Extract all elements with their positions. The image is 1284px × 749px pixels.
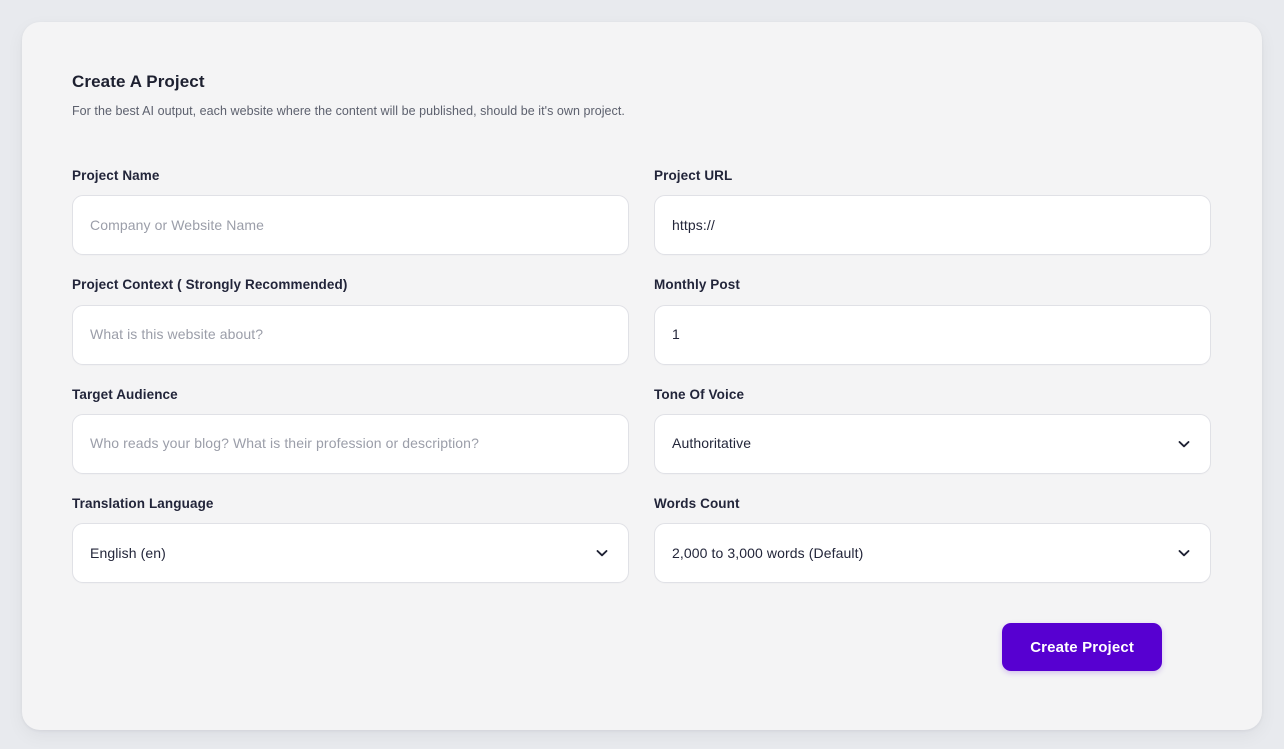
tone-of-voice-select[interactable]: Authoritative xyxy=(654,414,1211,474)
field-project-url: Project URL https:// xyxy=(654,168,1211,255)
project-url-input[interactable]: https:// xyxy=(654,195,1211,255)
form-actions: Create Project xyxy=(72,623,1212,671)
create-project-card: Create A Project For the best AI output,… xyxy=(22,22,1262,730)
field-target-audience: Target Audience Who reads your blog? Wha… xyxy=(72,387,629,474)
words-count-value: 2,000 to 3,000 words (Default) xyxy=(672,545,863,562)
project-name-placeholder: Company or Website Name xyxy=(90,217,264,234)
monthly-post-value: 1 xyxy=(672,326,680,343)
field-words-count: Words Count 2,000 to 3,000 words (Defaul… xyxy=(654,496,1211,583)
words-count-select[interactable]: 2,000 to 3,000 words (Default) xyxy=(654,523,1211,583)
project-url-value: https:// xyxy=(672,217,715,234)
label-target-audience: Target Audience xyxy=(72,387,629,403)
field-project-context: Project Context ( Strongly Recommended) … xyxy=(72,277,629,364)
label-project-url: Project URL xyxy=(654,168,1211,184)
card-content: Create A Project For the best AI output,… xyxy=(22,22,1262,671)
target-audience-input[interactable]: Who reads your blog? What is their profe… xyxy=(72,414,629,474)
field-tone-of-voice: Tone Of Voice Authoritative xyxy=(654,387,1211,474)
target-audience-placeholder: Who reads your blog? What is their profe… xyxy=(90,435,479,452)
monthly-post-input[interactable]: 1 xyxy=(654,305,1211,365)
project-context-placeholder: What is this website about? xyxy=(90,326,263,343)
project-name-input[interactable]: Company or Website Name xyxy=(72,195,629,255)
label-translation-language: Translation Language xyxy=(72,496,629,512)
create-project-form: Project Name Company or Website Name Pro… xyxy=(72,168,1212,605)
label-project-name: Project Name xyxy=(72,168,629,184)
field-monthly-post: Monthly Post 1 xyxy=(654,277,1211,364)
field-project-name: Project Name Company or Website Name xyxy=(72,168,629,255)
page-root: Create A Project For the best AI output,… xyxy=(0,0,1284,749)
translation-language-value: English (en) xyxy=(90,545,166,562)
label-monthly-post: Monthly Post xyxy=(654,277,1211,293)
label-project-context: Project Context ( Strongly Recommended) xyxy=(72,277,629,293)
label-tone-of-voice: Tone Of Voice xyxy=(654,387,1211,403)
page-subtitle: For the best AI output, each website whe… xyxy=(72,103,1212,120)
label-words-count: Words Count xyxy=(654,496,1211,512)
translation-language-select[interactable]: English (en) xyxy=(72,523,629,583)
tone-of-voice-value: Authoritative xyxy=(672,435,751,452)
create-project-button[interactable]: Create Project xyxy=(1002,623,1162,671)
project-context-input[interactable]: What is this website about? xyxy=(72,305,629,365)
chevron-down-icon xyxy=(1175,544,1193,562)
chevron-down-icon xyxy=(593,544,611,562)
field-translation-language: Translation Language English (en) xyxy=(72,496,629,583)
page-title: Create A Project xyxy=(72,72,1212,92)
chevron-down-icon xyxy=(1175,435,1193,453)
